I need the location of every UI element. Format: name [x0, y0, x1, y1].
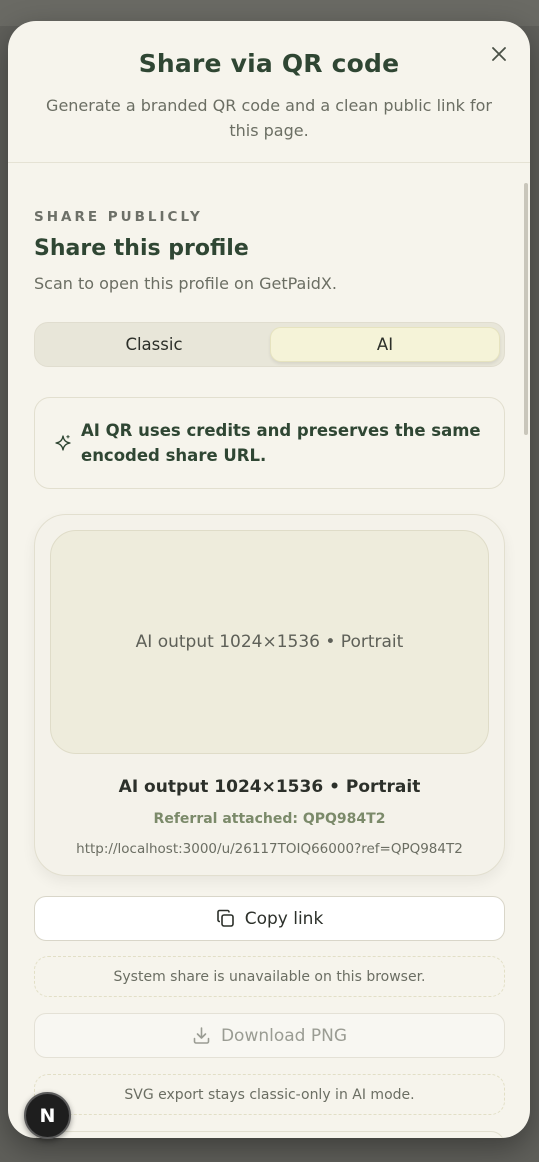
notice-text: AI QR uses credits and preserves the sam…: [81, 421, 481, 465]
preview-placeholder-label: AI output 1024×1536 • Portrait: [135, 632, 404, 652]
toggle-ai[interactable]: AI: [270, 327, 500, 362]
mode-toggle: Classic AI: [34, 322, 505, 367]
referral-code: Referral attached: QPQ984T2: [153, 811, 386, 827]
share-url[interactable]: http://localhost:3000/u/26117TOIQ66000?r…: [35, 841, 504, 857]
share-qr-modal: Share via QR code Generate a branded QR …: [8, 21, 530, 1138]
next-section-peek: [34, 1131, 505, 1138]
modal-subtitle: Generate a branded QR code and a clean p…: [46, 96, 492, 140]
qr-preview-image: AI output 1024×1536 • Portrait: [50, 530, 489, 754]
preview-caption: AI output 1024×1536 • Portrait: [118, 777, 421, 797]
download-png-button[interactable]: Download PNG: [34, 1013, 505, 1058]
floating-n-button[interactable]: N: [24, 1092, 71, 1139]
toggle-classic[interactable]: Classic: [39, 327, 269, 362]
scrollbar-thumb[interactable]: [524, 183, 528, 435]
modal-title: Share via QR code: [138, 49, 400, 78]
close-button[interactable]: [486, 41, 512, 67]
copy-link-label: Copy link: [244, 908, 324, 929]
ai-credits-notice: AI QR uses credits and preserves the sam…: [34, 397, 505, 489]
section-title: Share this profile: [34, 236, 249, 261]
share-unavailable-note: System share is unavailable on this brow…: [34, 956, 505, 997]
section-eyebrow: SHARE PUBLICLY: [34, 209, 203, 225]
download-icon: [193, 1027, 210, 1044]
copy-link-button[interactable]: Copy link: [34, 896, 505, 941]
sparkle-icon: [55, 435, 71, 451]
svg-export-note: SVG export stays classic-only in AI mode…: [34, 1074, 505, 1115]
qr-preview-card: AI output 1024×1536 • Portrait AI output…: [34, 514, 505, 876]
download-png-label: Download PNG: [220, 1025, 348, 1046]
close-icon: [492, 47, 506, 61]
modal-header: Share via QR code Generate a branded QR …: [8, 21, 530, 163]
section-subtitle: Scan to open this profile on GetPaidX.: [34, 274, 337, 293]
copy-icon: [216, 909, 234, 927]
